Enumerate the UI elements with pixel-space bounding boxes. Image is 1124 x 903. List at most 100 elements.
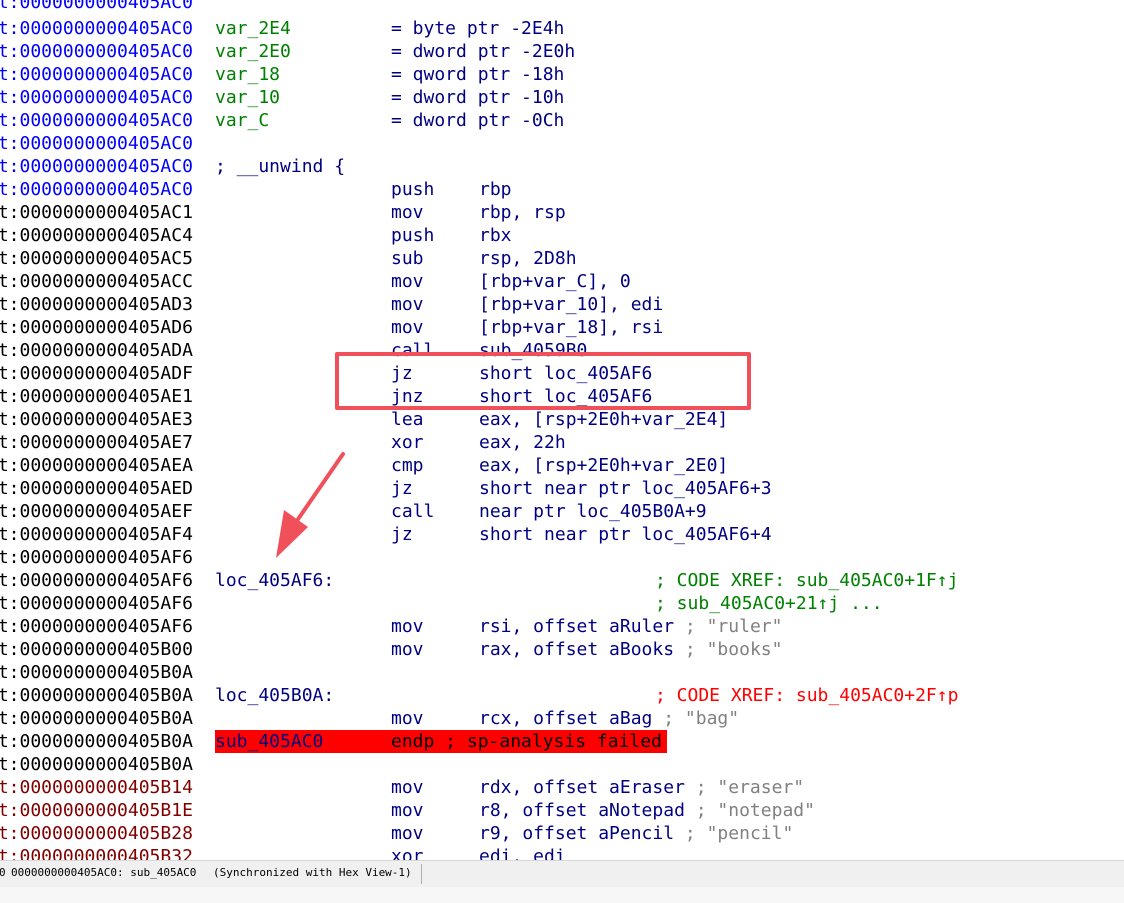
- label[interactable]: var_10: [215, 86, 280, 109]
- address[interactable]: xt:0000000000405AE3: [0, 408, 193, 431]
- operand[interactable]: rbp, rsp: [479, 201, 566, 224]
- address[interactable]: xt:0000000000405AEA: [0, 454, 193, 477]
- operand[interactable]: [rbp+var_10], edi: [479, 293, 663, 316]
- mnemonic[interactable]: jz: [391, 523, 413, 546]
- mnemonic[interactable]: xor: [391, 431, 424, 454]
- address[interactable]: xt:0000000000405B28: [0, 822, 193, 845]
- address[interactable]: xt:0000000000405AD6: [0, 316, 193, 339]
- operand[interactable]: r9, offset aPencil: [479, 823, 674, 844]
- mnemonic[interactable]: mov: [391, 638, 424, 661]
- mnemonic[interactable]: mov: [391, 776, 424, 799]
- operand[interactable]: eax, 22h: [479, 431, 566, 454]
- xref-comment[interactable]: ; CODE XREF: sub_405AC0+1F↑j: [655, 569, 958, 592]
- operand[interactable]: r8, offset aNotepad: [479, 800, 685, 821]
- mnemonic[interactable]: push: [391, 178, 434, 201]
- stack-var-def[interactable]: = byte ptr -2E4h: [391, 17, 564, 40]
- stack-var-def[interactable]: = qword ptr -18h: [391, 63, 564, 86]
- operand-with-comment[interactable]: r8, offset aNotepad ; "notepad": [479, 799, 815, 822]
- mnemonic[interactable]: mov: [391, 615, 424, 638]
- mnemonic[interactable]: jnz: [391, 385, 424, 408]
- mnemonic[interactable]: mov: [391, 707, 424, 730]
- xref-comment[interactable]: ; CODE XREF: sub_405AC0+2F↑p: [655, 684, 958, 707]
- operand[interactable]: rsi, offset aRuler: [479, 616, 674, 637]
- operand[interactable]: sub_4059B0: [479, 339, 587, 362]
- address[interactable]: xt:0000000000405AC0: [0, 155, 193, 178]
- mnemonic[interactable]: jz: [391, 477, 413, 500]
- address[interactable]: xt:0000000000405B14: [0, 776, 193, 799]
- address[interactable]: xt:0000000000405AC0: [0, 63, 193, 86]
- operand[interactable]: [rbp+var_C], 0: [479, 270, 631, 293]
- operand-with-comment[interactable]: rsi, offset aRuler ; "ruler": [479, 615, 782, 638]
- address[interactable]: xt:0000000000405B0A: [0, 707, 193, 730]
- address[interactable]: xt:0000000000405AED: [0, 477, 193, 500]
- operand-with-comment[interactable]: rdx, offset aEraser ; "eraser": [479, 776, 804, 799]
- mnemonic[interactable]: sub: [391, 247, 424, 270]
- mnemonic[interactable]: mov: [391, 201, 424, 224]
- mnemonic[interactable]: endp ; sp-analysis failed: [391, 730, 662, 753]
- operand[interactable]: near ptr loc_405B0A+9: [479, 500, 707, 523]
- label[interactable]: var_2E4: [215, 17, 291, 40]
- operand[interactable]: rbp: [479, 178, 512, 201]
- mnemonic[interactable]: lea: [391, 408, 424, 431]
- address[interactable]: xt:0000000000405B1E: [0, 799, 193, 822]
- address[interactable]: xt:0000000000405AF4: [0, 523, 193, 546]
- address[interactable]: xt:0000000000405AC0: [0, 0, 193, 14]
- address[interactable]: xt:0000000000405ACC: [0, 270, 193, 293]
- label[interactable]: loc_405AF6:: [215, 569, 334, 592]
- address[interactable]: xt:0000000000405AC0: [0, 86, 193, 109]
- operand-with-comment[interactable]: rax, offset aBooks ; "books": [479, 638, 782, 661]
- address[interactable]: xt:0000000000405AE7: [0, 431, 193, 454]
- operand[interactable]: rsp, 2D8h: [479, 247, 577, 270]
- xref-comment[interactable]: ; sub_405AC0+21↑j ...: [655, 592, 883, 615]
- label[interactable]: loc_405B0A:: [215, 684, 334, 707]
- address[interactable]: xt:0000000000405B0A: [0, 753, 193, 776]
- label[interactable]: var_C: [215, 109, 269, 132]
- mnemonic[interactable]: mov: [391, 822, 424, 845]
- label[interactable]: ; __unwind {: [215, 155, 345, 178]
- label[interactable]: var_2E0: [215, 40, 291, 63]
- address[interactable]: xt:0000000000405AE1: [0, 385, 193, 408]
- address[interactable]: xt:0000000000405AC4: [0, 224, 193, 247]
- mnemonic[interactable]: push: [391, 224, 434, 247]
- address[interactable]: xt:0000000000405AF6: [0, 615, 193, 638]
- address[interactable]: xt:0000000000405AC5: [0, 247, 193, 270]
- address[interactable]: xt:0000000000405AC0: [0, 40, 193, 63]
- address[interactable]: xt:0000000000405AF6: [0, 569, 193, 592]
- address[interactable]: xt:0000000000405AC0: [0, 132, 193, 155]
- label[interactable]: sub_405AC0: [215, 730, 323, 753]
- mnemonic[interactable]: xor: [391, 845, 424, 860]
- address[interactable]: xt:0000000000405AC0: [0, 109, 193, 132]
- mnemonic[interactable]: jz: [391, 362, 413, 385]
- operand[interactable]: rcx, offset aBag: [479, 708, 652, 729]
- address[interactable]: xt:0000000000405ADF: [0, 362, 193, 385]
- stack-var-def[interactable]: = dword ptr -10h: [391, 86, 564, 109]
- mnemonic[interactable]: call: [391, 500, 434, 523]
- mnemonic[interactable]: cmp: [391, 454, 424, 477]
- address[interactable]: xt:0000000000405B00: [0, 638, 193, 661]
- stack-var-def[interactable]: = dword ptr -2E0h: [391, 40, 575, 63]
- address[interactable]: xt:0000000000405AD3: [0, 293, 193, 316]
- address[interactable]: xt:0000000000405AC0: [0, 17, 193, 40]
- address[interactable]: xt:0000000000405B0A: [0, 684, 193, 707]
- operand-with-comment[interactable]: r9, offset aPencil ; "pencil": [479, 822, 793, 845]
- mnemonic[interactable]: mov: [391, 270, 424, 293]
- address[interactable]: xt:0000000000405ADA: [0, 339, 193, 362]
- address[interactable]: xt:0000000000405AF6: [0, 546, 193, 569]
- label[interactable]: var_18: [215, 63, 280, 86]
- operand[interactable]: [rbp+var_18], rsi: [479, 316, 663, 339]
- operand[interactable]: eax, [rsp+2E0h+var_2E4]: [479, 408, 728, 431]
- operand[interactable]: short loc_405AF6: [479, 362, 652, 385]
- mnemonic[interactable]: call: [391, 339, 434, 362]
- operand[interactable]: short loc_405AF6: [479, 385, 652, 408]
- mnemonic[interactable]: mov: [391, 799, 424, 822]
- operand[interactable]: eax, [rsp+2E0h+var_2E0]: [479, 454, 728, 477]
- address[interactable]: xt:0000000000405B32: [0, 845, 193, 860]
- mnemonic[interactable]: mov: [391, 316, 424, 339]
- address[interactable]: xt:0000000000405AEF: [0, 500, 193, 523]
- address[interactable]: xt:0000000000405B0A: [0, 730, 193, 753]
- mnemonic[interactable]: mov: [391, 293, 424, 316]
- operand[interactable]: rbx: [479, 224, 512, 247]
- operand[interactable]: edi, edi: [479, 845, 566, 860]
- address[interactable]: xt:0000000000405AC0: [0, 178, 193, 201]
- address[interactable]: xt:0000000000405B0A: [0, 661, 193, 684]
